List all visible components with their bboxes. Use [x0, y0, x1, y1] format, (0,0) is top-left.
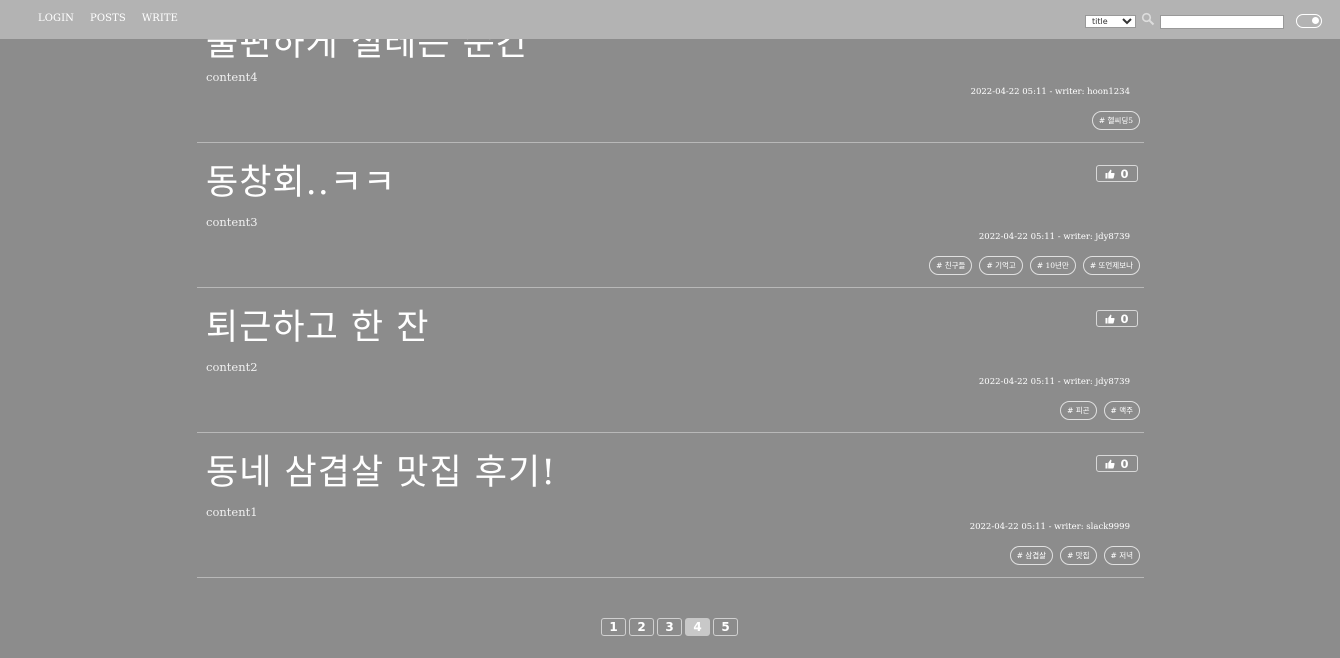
nav-login-link[interactable]: LOGIN — [38, 13, 74, 24]
like-button[interactable]: 0 — [1096, 455, 1138, 472]
like-button[interactable]: 0 — [1096, 310, 1138, 327]
tag-list: # 피곤 # 맥주 — [1060, 401, 1140, 420]
post-meta: 2022-04-22 05:11 - writer: hoon1234 — [970, 87, 1130, 97]
search-icon[interactable] — [1141, 12, 1155, 26]
post-card[interactable]: 0 동네 삼겹살 맛집 후기! content1 2022-04-22 05:1… — [197, 433, 1144, 577]
post-content: content1 — [206, 505, 258, 519]
thumbs-up-icon — [1105, 314, 1116, 323]
post-content: content3 — [206, 215, 258, 229]
tag-chip[interactable]: # 맛집 — [1060, 546, 1097, 565]
like-button[interactable]: 0 — [1096, 165, 1138, 182]
post-title[interactable]: 동네 삼겹살 맛집 후기! — [206, 453, 556, 493]
tag-chip[interactable]: # 친구들 — [929, 256, 973, 275]
post-meta: 2022-04-22 05:11 - writer: jdy8739 — [978, 232, 1130, 242]
thumbs-up-icon — [1105, 459, 1116, 468]
tag-list: # 삼겹살 # 맛집 # 저녁 — [1009, 546, 1140, 565]
page-button-2[interactable]: 2 — [629, 618, 654, 636]
nav-links: LOGIN POSTS WRITE — [38, 13, 194, 24]
top-navbar: LOGIN POSTS WRITE title — [0, 0, 1340, 39]
search-type-select[interactable]: title — [1085, 15, 1136, 28]
tag-chip[interactable]: # 피곤 — [1060, 401, 1097, 420]
page-button-3[interactable]: 3 — [657, 618, 682, 636]
tag-list: # 헬씨딩5 — [1091, 111, 1140, 130]
theme-toggle[interactable] — [1296, 14, 1322, 28]
tag-chip[interactable]: # 기억고 — [979, 256, 1023, 275]
like-count: 0 — [1120, 456, 1129, 471]
post-content: content4 — [206, 70, 258, 84]
like-count: 0 — [1120, 311, 1129, 326]
post-content: content2 — [206, 360, 258, 374]
post-card[interactable]: 0 퇴근하고 한 잔 content2 2022-04-22 05:11 - w… — [197, 288, 1144, 432]
page-button-5[interactable]: 5 — [713, 618, 738, 636]
post-title[interactable]: 동창회..ㅋㅋ — [206, 163, 396, 203]
post-card[interactable]: 0 동창회..ㅋㅋ content3 2022-04-22 05:11 - wr… — [197, 143, 1144, 287]
toggle-knob — [1312, 17, 1319, 24]
divider — [197, 577, 1144, 578]
page-button-1[interactable]: 1 — [601, 618, 626, 636]
tag-chip[interactable]: # 삼겹살 — [1009, 546, 1054, 565]
tag-chip[interactable]: # 헬씨딩5 — [1091, 111, 1140, 130]
post-title[interactable]: 퇴근하고 한 잔 — [206, 308, 429, 348]
tag-chip[interactable]: # 10년만 — [1029, 256, 1076, 275]
page-button-4-current[interactable]: 4 — [685, 618, 710, 636]
thumbs-up-icon — [1105, 169, 1116, 178]
like-count: 0 — [1120, 166, 1129, 181]
tag-list: # 친구들 # 기억고 # 10년만 # 또언제보나 — [929, 256, 1140, 275]
search-input[interactable] — [1160, 15, 1284, 29]
tag-chip[interactable]: # 맥주 — [1103, 401, 1140, 420]
nav-posts-link[interactable]: POSTS — [90, 13, 126, 24]
tag-chip[interactable]: # 또언제보나 — [1082, 256, 1140, 275]
tag-chip[interactable]: # 저녁 — [1103, 546, 1140, 565]
nav-write-link[interactable]: WRITE — [142, 13, 178, 24]
post-meta: 2022-04-22 05:11 - writer: slack9999 — [969, 522, 1130, 532]
pagination: 1 2 3 4 5 — [601, 618, 738, 636]
post-meta: 2022-04-22 05:11 - writer: jdy8739 — [978, 377, 1130, 387]
